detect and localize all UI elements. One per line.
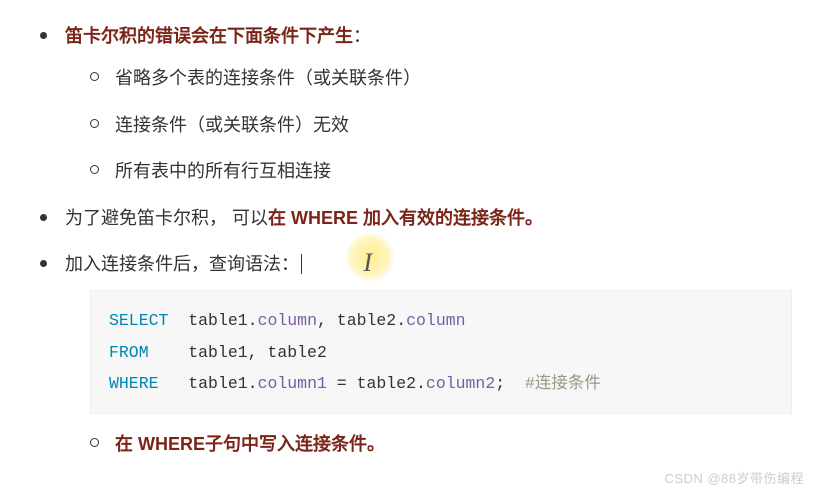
code-line-3: WHERE table1.column1 = table2.column2; #… xyxy=(109,368,773,399)
bullet-item-2: 为了避免笛卡尔积， 可以在 WHERE 加入有效的连接条件。 xyxy=(40,202,792,234)
kw-where: WHERE xyxy=(109,374,159,393)
sub-list-1: 省略多个表的连接条件（或关联条件） 连接条件（或关联条件）无效 所有表中的所有行… xyxy=(65,62,792,187)
kw-select: SELECT xyxy=(109,311,168,330)
sub-item-1-3: 所有表中的所有行互相连接 xyxy=(90,155,792,187)
kw-from: FROM xyxy=(109,343,149,362)
bottom-bold: 在 WHERE子句中写入连接条件。 xyxy=(115,434,385,454)
suffix-1: ： xyxy=(353,26,371,46)
comma: , xyxy=(317,311,337,330)
bold-text-1: 笛卡尔积的错误会在下面条件下产生 xyxy=(65,26,353,46)
comment: #连接条件 xyxy=(525,374,601,393)
tbl-1a: table1 xyxy=(188,311,247,330)
code-line-2: FROM table1, table2 xyxy=(109,337,773,368)
tbl-2b: table2 xyxy=(357,374,416,393)
bullet-item-3: 加入连接条件后，查询语法： I SELECT table1.column, ta… xyxy=(40,248,792,461)
watermark-text: CSDN @88岁带伤编程 xyxy=(664,467,804,490)
bold-text-2: 在 WHERE 加入有效的连接条件。 xyxy=(268,208,543,228)
text-cursor-bar xyxy=(301,254,302,274)
col-1b: column1 xyxy=(258,374,327,393)
tbl-1b: table1 xyxy=(188,374,247,393)
sub-list-bottom: 在 WHERE子句中写入连接条件。 xyxy=(65,428,792,460)
code-line-1: SELECT table1.column, table2.column xyxy=(109,305,773,336)
sub-item-1-1: 省略多个表的连接条件（或关联条件） xyxy=(90,62,792,94)
col-2b: column2 xyxy=(426,374,495,393)
prefix-2: 为了避免笛卡尔积， 可以 xyxy=(65,208,268,228)
sql-code-block: SELECT table1.column, table2.column FROM… xyxy=(90,290,792,414)
line-3-wrap: 加入连接条件后，查询语法： I xyxy=(65,248,302,280)
bullet-list-outer: 笛卡尔积的错误会在下面条件下产生： 省略多个表的连接条件（或关联条件） 连接条件… xyxy=(30,20,792,461)
tbl-2a: table2 xyxy=(337,311,396,330)
bullet-item-1: 笛卡尔积的错误会在下面条件下产生： 省略多个表的连接条件（或关联条件） 连接条件… xyxy=(40,20,792,188)
bottom-sub-item: 在 WHERE子句中写入连接条件。 xyxy=(90,428,792,460)
sub-item-1-2: 连接条件（或关联条件）无效 xyxy=(90,109,792,141)
semi: ; xyxy=(495,374,505,393)
eq: = xyxy=(327,374,357,393)
col-2a: column xyxy=(406,311,465,330)
from-body: table1, table2 xyxy=(188,343,327,362)
line-3-text: 加入连接条件后，查询语法： xyxy=(65,254,299,274)
ibeam-cursor-icon: I xyxy=(363,240,372,287)
col-1a: column xyxy=(258,311,317,330)
